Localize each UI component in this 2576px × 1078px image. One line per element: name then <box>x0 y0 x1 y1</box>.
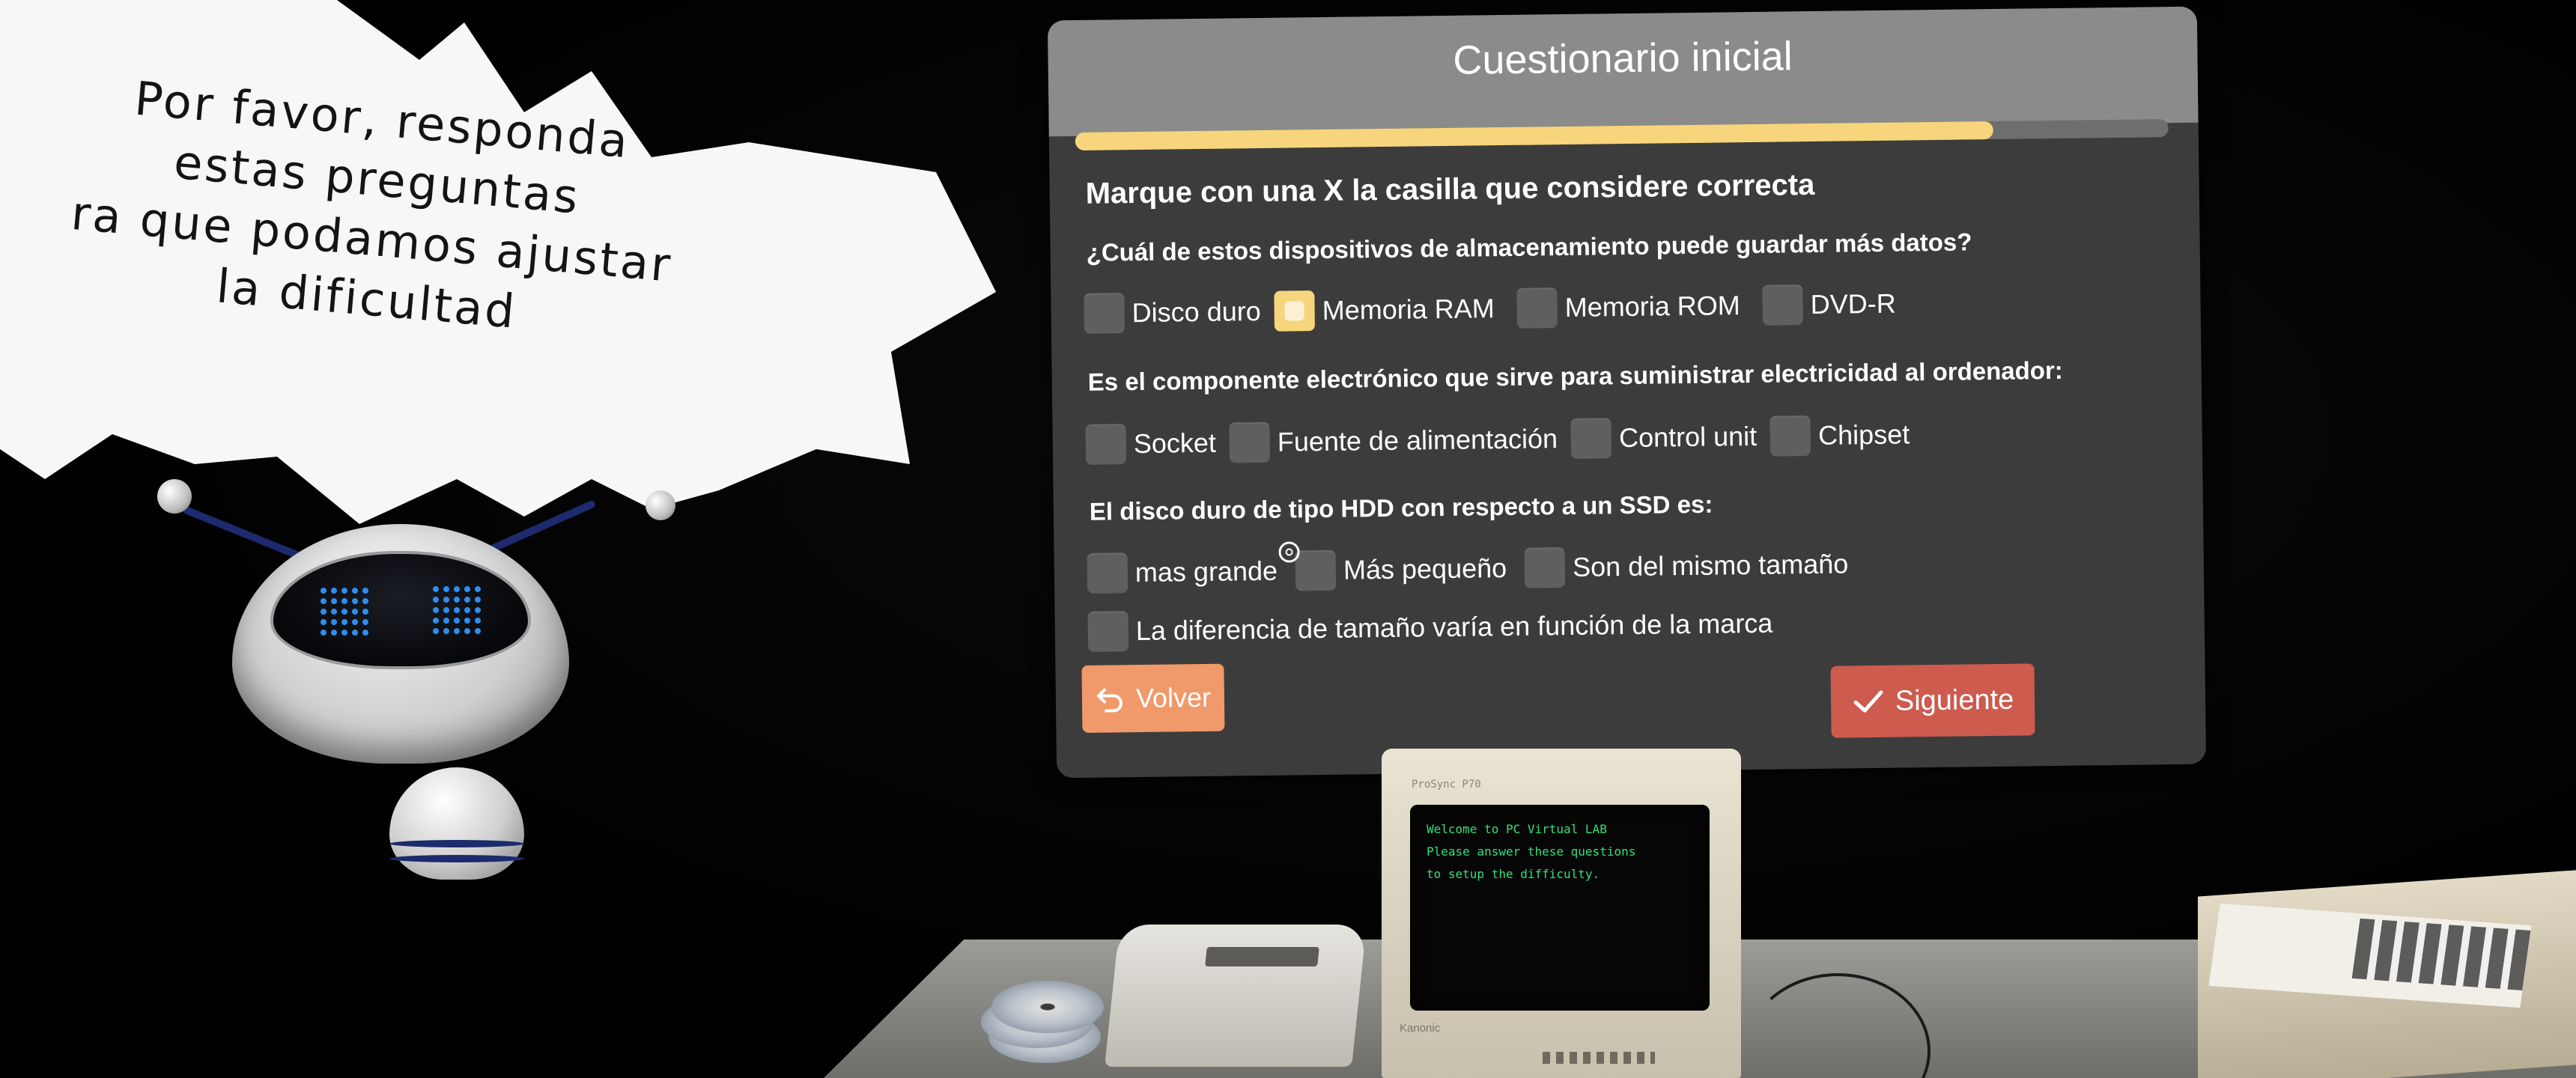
next-button[interactable]: Siguiente <box>1830 663 2035 738</box>
option-label: Socket <box>1133 427 1217 460</box>
option-label: Control unit <box>1618 420 1758 454</box>
checkbox[interactable] <box>1295 549 1337 591</box>
paper-print <box>2351 918 2531 990</box>
option-varia-marca[interactable]: La diferencia de tamaño varía en función… <box>1087 603 1773 652</box>
option-label: Disco duro <box>1131 295 1261 329</box>
option-control-unit[interactable]: Control unit <box>1570 416 1758 459</box>
monitor-screen: Welcome to PC Virtual LAB Please answer … <box>1410 805 1710 1011</box>
option-dvd-r[interactable]: DVD-R <box>1762 284 1896 326</box>
option-chipset[interactable]: Chipset <box>1770 414 1910 457</box>
checkbox[interactable] <box>1516 287 1558 329</box>
option-mas-grande[interactable]: mas grande <box>1087 551 1278 594</box>
checkbox[interactable] <box>1570 418 1612 459</box>
option-label: Memoria RAM <box>1322 293 1495 326</box>
quiz-panel: Cuestionario inicial Marque con una X la… <box>1047 6 2207 779</box>
terminal-line: Welcome to PC Virtual LAB <box>1427 822 1607 836</box>
question-1-options: Disco duro Memoria RAM Memoria ROM DVD-R <box>1084 283 1910 334</box>
option-label: DVD-R <box>1810 287 1896 320</box>
pointer-cursor-icon <box>1278 541 1300 563</box>
quiz-title: Cuestionario inicial <box>1453 33 1793 83</box>
option-memoria-rom[interactable]: Memoria ROM <box>1516 285 1740 329</box>
option-label: mas grande <box>1134 555 1278 588</box>
checkmark-icon <box>1852 686 1885 717</box>
option-disco-duro[interactable]: Disco duro <box>1084 291 1261 334</box>
option-label: Memoria ROM <box>1564 290 1740 323</box>
option-memoria-ram[interactable]: Memoria RAM <box>1274 288 1495 332</box>
terminal-line: to setup the difficulty. <box>1427 867 1600 881</box>
option-mismo-tamano[interactable]: Son del mismo tamaño <box>1524 543 1849 588</box>
cd-stack <box>981 981 1108 1063</box>
checkbox[interactable] <box>1084 293 1125 334</box>
terminal-line: Please answer these questions <box>1427 844 1636 859</box>
option-label: Fuente de alimentación <box>1277 423 1558 457</box>
robot-character <box>150 472 675 891</box>
robot-stripe <box>389 840 524 847</box>
robot-stripe <box>389 855 524 862</box>
robot-eye-right <box>431 584 484 638</box>
monitor-vents <box>1543 1052 1655 1064</box>
option-label: La diferencia de tamaño varía en función… <box>1135 607 1773 647</box>
quiz-header: Cuestionario inicial <box>1047 6 2199 137</box>
checkbox[interactable] <box>1762 284 1804 326</box>
quiz-instructions: Marque con una X la casilla que consider… <box>1085 168 1815 210</box>
monitor-brand: ProSync P70 <box>1412 779 1481 791</box>
speech-bubble: Por favor, responda estas preguntas ra q… <box>0 0 996 539</box>
question-3-options: mas grande Más pequeño Son del mismo tam… <box>1087 543 1862 594</box>
cd-disc <box>991 981 1104 1033</box>
question-1-text: ¿Cuál de estos dispositivos de almacenam… <box>1086 228 1972 267</box>
question-2-options: Socket Fuente de alimentación Control un… <box>1085 414 1923 465</box>
paper-stack <box>2198 870 2576 1078</box>
robot-eye-left <box>318 585 372 639</box>
next-button-label: Siguiente <box>1895 683 2014 717</box>
monitor-maker: Kanonic <box>1400 1022 1441 1035</box>
checkbox[interactable] <box>1087 611 1129 652</box>
robot-antenna-ball-right <box>645 490 675 520</box>
option-socket[interactable]: Socket <box>1085 423 1216 465</box>
robot-antenna-ball-left <box>157 479 192 514</box>
back-button[interactable]: Volver <box>1081 663 1225 733</box>
robot-body <box>389 767 524 880</box>
printer <box>1105 925 1367 1067</box>
checkbox[interactable] <box>1085 424 1127 465</box>
question-3-text: El disco duro de tipo HDD con respecto a… <box>1089 490 1713 526</box>
checkbox[interactable] <box>1087 552 1128 594</box>
option-label: Más pequeño <box>1343 552 1507 585</box>
printer-slot <box>1205 947 1319 966</box>
option-fuente-alimentacion[interactable]: Fuente de alimentación <box>1229 418 1558 463</box>
checkbox[interactable] <box>1770 415 1811 457</box>
checkbox[interactable] <box>1524 547 1566 588</box>
option-label: Chipset <box>1817 418 1910 451</box>
back-button-label: Volver <box>1135 681 1212 714</box>
option-label: Son del mismo tamaño <box>1572 548 1849 582</box>
checkbox[interactable] <box>1229 421 1271 463</box>
checkbox-highlighted[interactable] <box>1274 290 1316 332</box>
game-scene: Por favor, responda estas preguntas ra q… <box>0 0 2576 1078</box>
option-mas-pequeno[interactable]: Más pequeño <box>1295 548 1507 591</box>
question-3-options-row-2: La diferencia de tamaño varía en función… <box>1087 603 1787 652</box>
crt-monitor: ProSync P70 Welcome to PC Virtual LAB Pl… <box>1382 749 1741 1078</box>
question-2-text: Es el componente electrónico que sirve p… <box>1087 356 2064 396</box>
undo-arrow-icon <box>1096 683 1126 713</box>
